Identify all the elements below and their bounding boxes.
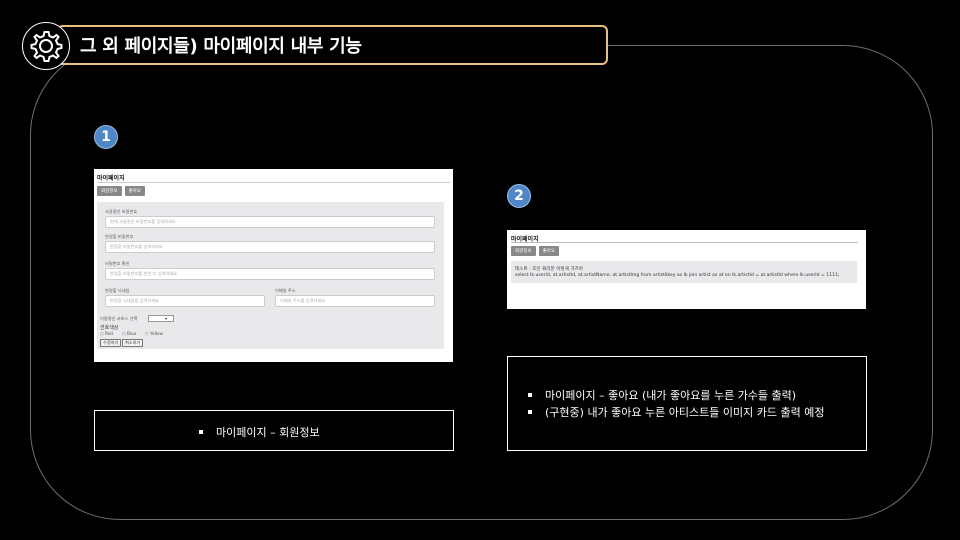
nickname-label: 변경할 닉네임 [105, 288, 130, 293]
nickname-input[interactable]: 변경할 닉네임을 입력하세요 [105, 295, 265, 307]
gear-icon [22, 22, 70, 70]
current-password-input[interactable]: 현재 사용중인 비밀번호를 입력하세요 [105, 216, 435, 228]
step-badge-2: 2 [507, 184, 531, 208]
email-input[interactable]: 이메일 주소를 입력하세요 [275, 295, 435, 307]
confirm-password-input[interactable]: 변경할 비밀번호를 한번 더 입력하세요 [105, 268, 435, 280]
tab-member-info[interactable]: 회원정보 [511, 246, 536, 256]
caption-box-1: 마이페이지 – 회원정보 [94, 410, 454, 451]
confirm-password-label: 비밀번호 확인 [105, 261, 130, 266]
radio-blue-label: Blue [127, 331, 137, 336]
tab-likes[interactable]: 좋아요 [124, 186, 145, 196]
radio-yellow[interactable]: ○ Yellow [145, 331, 163, 336]
step-badge-1: 1 [94, 125, 118, 149]
caption-1-item: 마이페이지 – 회원정보 [199, 424, 320, 440]
submit-button[interactable]: 수정하기 [100, 339, 122, 347]
test-line: 테스트 : 조인 쿼리문 이렇게 가즈아 [515, 267, 584, 272]
radio-blue[interactable]: ○ Blue [122, 331, 136, 336]
mypage-title: 마이페이지 [97, 175, 125, 182]
caption-2-item-1: 마이페이지 – 좋아요 (내가 좋아요를 누른 가수들 출력) [528, 387, 796, 403]
mypage-likes-screenshot: 마이페이지 회원정보 좋아요 테스트 : 조인 쿼리문 이렇게 가즈아 sele… [507, 230, 866, 309]
caption-2-text-2: (구현중) 내가 좋아요 누른 아티스트들 이미지 카드 출력 예정 [545, 406, 825, 419]
tab-member-info[interactable]: 회원정보 [97, 186, 122, 196]
radio-red[interactable]: ○ Red [100, 331, 113, 336]
bullet-icon [528, 410, 532, 414]
mypage-member-info-screenshot: 마이페이지 회원정보 좋아요 사용중인 비밀번호 현재 사용중인 비밀번호를 입… [94, 169, 453, 362]
email-label: 이메일 주소 [275, 288, 296, 293]
radio-yellow-label: Yellow [150, 331, 163, 336]
bullet-icon [528, 393, 532, 397]
service-select[interactable]: ▾ [148, 315, 174, 322]
tab-likes[interactable]: 좋아요 [538, 246, 559, 256]
radio-red-label: Red [105, 331, 113, 336]
query-line: select lk.userId, at.artistId, at.artist… [515, 273, 840, 278]
caption-1-text: 마이페이지 – 회원정보 [216, 426, 320, 439]
title-divider [97, 182, 450, 183]
cancel-button[interactable]: 취소하기 [122, 339, 144, 347]
title-divider [511, 242, 858, 243]
likes-panel: 테스트 : 조인 쿼리문 이렇게 가즈아 select lk.userId, a… [511, 261, 857, 283]
bullet-icon [199, 430, 203, 434]
caption-box-2: 마이페이지 – 좋아요 (내가 좋아요를 누른 가수들 출력) (구현중) 내가… [507, 356, 867, 451]
new-password-label: 변경할 비밀번호 [105, 234, 134, 239]
member-info-form: 사용중인 비밀번호 현재 사용중인 비밀번호를 입력하세요 변경할 비밀번호 변… [97, 202, 444, 349]
caption-2-item-2: (구현중) 내가 좋아요 누른 아티스트들 이미지 카드 출력 예정 [528, 404, 824, 420]
slide-title: 그 외 페이지들) 마이페이지 내부 기능 [80, 36, 362, 57]
current-password-label: 사용중인 비밀번호 [105, 209, 138, 214]
service-select-label: 이용중인 서비스 선택 [100, 316, 138, 321]
new-password-input[interactable]: 변경할 비밀번호를 입력하세요 [105, 241, 435, 253]
caption-2-text-1: 마이페이지 – 좋아요 (내가 좋아요를 누른 가수들 출력) [545, 389, 797, 402]
preferred-color-label: 선호색상 [100, 325, 119, 331]
